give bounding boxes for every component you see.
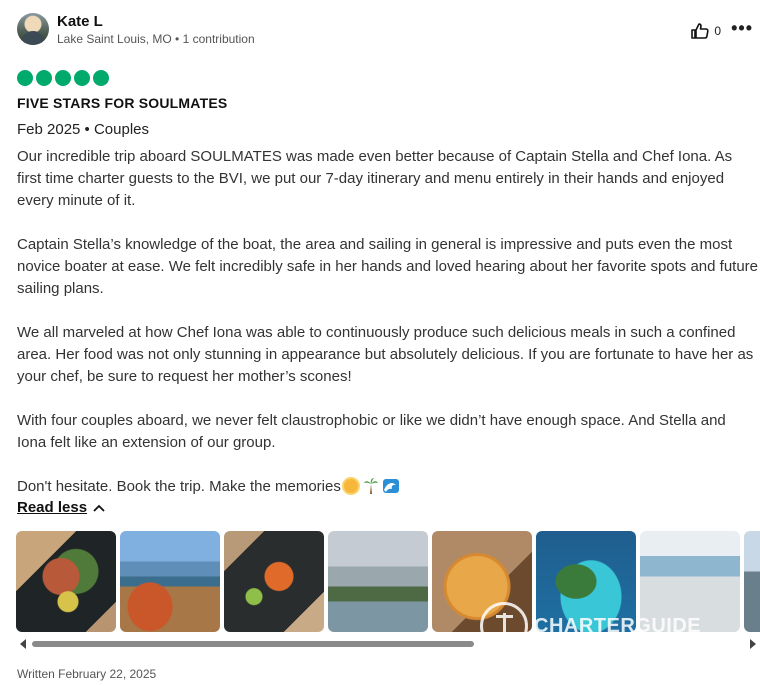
sun-emoji-icon	[343, 479, 358, 493]
watermark-text: CHARTERGUIDE	[534, 614, 702, 637]
written-date: Written February 22, 2025	[17, 667, 157, 681]
more-options-icon[interactable]: •••	[731, 19, 753, 37]
review-title: FIVE STARS FOR SOULMATES	[17, 95, 228, 111]
thumbs-up-icon	[691, 23, 709, 39]
review-photo-dish[interactable]	[224, 531, 324, 632]
rating-bubble	[93, 70, 109, 86]
review-photo-rainbow[interactable]	[328, 531, 428, 632]
review-body: Our incredible trip aboard SOULMATES was…	[17, 146, 759, 498]
trip-date-type: Feb 2025 • Couples	[17, 121, 150, 138]
rating-bubble	[17, 70, 33, 86]
reviewer-avatar[interactable]	[17, 13, 49, 45]
review-paragraph: We all marveled at how Chef Iona was abl…	[17, 324, 754, 385]
review-photo-salad[interactable]	[16, 531, 116, 632]
review-header: Kate L Lake Saint Louis, MO • 1 contribu…	[17, 13, 757, 49]
review-closing-line: Don't hesitate. Book the trip. Make the …	[17, 476, 759, 498]
review-paragraph: Our incredible trip aboard SOULMATES was…	[17, 148, 733, 209]
helpful-vote-button[interactable]: 0	[691, 23, 721, 39]
scrollbar-track[interactable]	[32, 641, 744, 647]
chevron-up-icon	[93, 504, 105, 512]
scrollbar-thumb[interactable]	[32, 641, 474, 647]
read-less-button[interactable]: Read less	[17, 499, 105, 516]
wave-emoji-icon	[382, 479, 399, 493]
reviewer-name[interactable]: Kate L	[57, 13, 103, 30]
reviewer-location-contributions: Lake Saint Louis, MO • 1 contribution	[57, 32, 255, 46]
read-less-label: Read less	[17, 499, 88, 516]
gallery-scrollbar[interactable]	[20, 638, 756, 650]
review-paragraph: Don't hesitate. Book the trip. Make the …	[17, 478, 341, 495]
rating-bubble	[55, 70, 71, 86]
rating-bubble	[36, 70, 52, 86]
rating-bubble	[74, 70, 90, 86]
review-paragraph: Captain Stella’s knowledge of the boat, …	[17, 236, 759, 297]
review-photo-drink[interactable]	[120, 531, 220, 632]
helpful-count: 0	[714, 24, 721, 38]
review-photo-partial[interactable]	[744, 531, 760, 632]
scroll-left-arrow-icon[interactable]	[20, 639, 26, 649]
review-paragraph: With four couples aboard, we never felt …	[17, 412, 726, 451]
scroll-right-arrow-icon[interactable]	[750, 639, 756, 649]
rating-bubbles	[17, 70, 109, 86]
palm-tree-emoji-icon	[363, 478, 378, 494]
